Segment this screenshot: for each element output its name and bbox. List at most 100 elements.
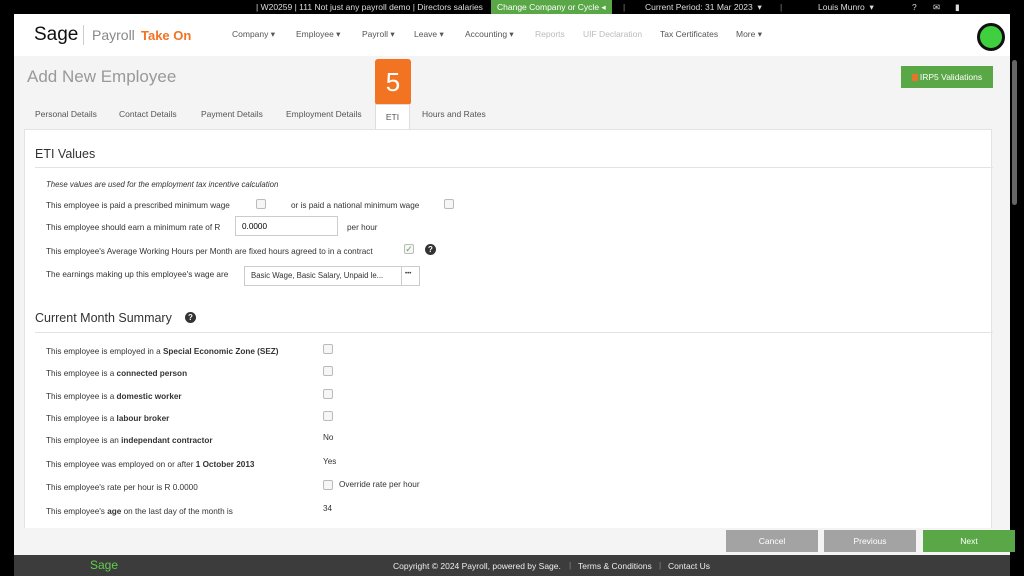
eti-note: These values are used for the employment… (46, 180, 279, 189)
label-part: This employee is a (46, 392, 117, 401)
national-wage-checkbox[interactable] (444, 199, 454, 209)
footer-sage-logo: Sage (90, 558, 119, 572)
help-icon[interactable]: ? (912, 2, 917, 12)
contact-link[interactable]: Contact Us (668, 561, 710, 571)
nav-employee[interactable]: Employee ▾ (296, 29, 340, 40)
button-bar: Cancel Previous Next (14, 528, 1015, 555)
fixed-hours-label: This employee's Average Working Hours pe… (46, 247, 373, 256)
divider (83, 25, 84, 45)
summary-value: Yes (323, 457, 337, 466)
label-part: This employee was employed on or after (46, 460, 196, 469)
summary-row-label: This employee is an independant contract… (46, 436, 213, 445)
footer: Sage Copyright © 2024 Payroll, powered b… (14, 555, 1010, 576)
summary-row-label: This employee is a labour broker (46, 414, 169, 423)
nav-accounting[interactable]: Accounting ▾ (465, 29, 514, 40)
label-part: on the last day of the month is (121, 507, 233, 516)
summary-value: Override rate per hour (339, 480, 420, 489)
company-info: | W20259 | 111 Not just any payroll demo… (256, 2, 483, 12)
summary-row-label: This employee is employed in a Special E… (46, 347, 279, 356)
copyright: Copyright © 2024 Payroll, powered by Sag… (393, 561, 561, 571)
summary-value: 34 (323, 504, 333, 513)
prescribed-wage-checkbox[interactable] (256, 199, 266, 209)
help-icon[interactable]: ? (185, 312, 196, 323)
top-bar: | W20259 | 111 Not just any payroll demo… (0, 0, 1024, 14)
tab-eti[interactable]: ETI (375, 104, 410, 129)
notifications-icon[interactable]: ▮ (955, 2, 960, 13)
label-part: This employee is a (46, 369, 117, 378)
label-part: This employee's (46, 507, 108, 516)
min-rate-label: This employee should earn a minimum rate… (46, 223, 221, 232)
sage-logo[interactable]: Sage (34, 24, 78, 46)
summary-checkbox[interactable] (323, 344, 333, 354)
summary-checkbox[interactable] (323, 411, 333, 421)
eti-panel: ETI Values These values are used for the… (24, 129, 993, 528)
nav-tax-certificates[interactable]: Tax Certificates (660, 29, 718, 39)
tab-hours-and-rates[interactable]: Hours and Rates (422, 109, 486, 119)
chatbot-icon[interactable] (977, 23, 1005, 51)
summary-row-label: This employee is a domestic worker (46, 392, 182, 401)
label-part: 1 October 2013 (195, 460, 255, 469)
divider (35, 167, 993, 168)
tab-personal-details[interactable]: Personal Details (35, 109, 97, 119)
nav-payroll[interactable]: Payroll ▾ (362, 29, 395, 40)
label-part: labour broker (116, 414, 170, 423)
warning-icon (911, 74, 918, 81)
tab-contact-details[interactable]: Contact Details (119, 109, 177, 119)
prescribed-wage-label: This employee is paid a prescribed minim… (46, 201, 230, 210)
label-part: This employee is a (46, 414, 117, 423)
user-name: Louis Munro (818, 2, 865, 12)
period-label: Current Period: 31 Mar 2023 (645, 2, 753, 12)
irp5-validations-button[interactable]: IRP5 Validations (901, 66, 993, 88)
earnings-field: Basic Wage, Basic Salary, Unpaid le... (244, 266, 402, 286)
summary-row-label: This employee's age on the last day of t… (46, 507, 233, 516)
header: Sage Payroll Take On Company ▾ Employee … (14, 14, 1010, 56)
next-button[interactable]: Next (923, 530, 1015, 552)
summary-checkbox[interactable] (323, 366, 333, 376)
nav-more[interactable]: More ▾ (736, 29, 762, 40)
summary-checkbox[interactable] (323, 480, 333, 490)
page-title: Add New Employee (27, 67, 177, 86)
fixed-hours-checkbox[interactable]: ✓ (404, 244, 414, 254)
summary-heading: Current Month Summary (35, 311, 172, 325)
edition-name: Take On (141, 28, 192, 43)
label-part: domestic worker (116, 392, 182, 401)
earnings-label: The earnings making up this employee's w… (46, 270, 229, 279)
cancel-button[interactable]: Cancel (726, 530, 818, 552)
per-hour-label: per hour (347, 223, 378, 232)
label-part: connected person (116, 369, 188, 378)
mail-icon[interactable]: ✉ (933, 2, 940, 13)
label-part: This employee's rate per hour is R 0.000… (46, 483, 198, 492)
summary-checkbox[interactable] (323, 389, 333, 399)
summary-value: No (323, 433, 334, 442)
step-badge: 5 (375, 59, 411, 105)
national-wage-label: or is paid a national minimum wage (291, 201, 420, 210)
terms-link[interactable]: Terms & Conditions (578, 561, 652, 571)
irp5-label: IRP5 Validations (919, 72, 983, 82)
current-period-dropdown[interactable]: Current Period: 31 Mar 2023 ▾ (645, 2, 762, 13)
summary-row-label: This employee was employed on or after 1… (46, 460, 254, 469)
main-content: Add New Employee 5 IRP5 Validations Pers… (14, 56, 1010, 528)
summary-row-label: This employee's rate per hour is R 0.000… (46, 483, 198, 492)
label-part: independant contractor (121, 436, 213, 445)
nav-uif-declaration: UIF Declaration (583, 29, 643, 39)
divider (35, 332, 993, 333)
nav-leave[interactable]: Leave ▾ (414, 29, 444, 40)
nav-company[interactable]: Company ▾ (232, 29, 275, 40)
label-part: Special Economic Zone (SEZ) (162, 347, 279, 356)
label-part: This employee is an (46, 436, 122, 445)
tab-payment-details[interactable]: Payment Details (201, 109, 263, 119)
product-name: Payroll (92, 27, 135, 43)
change-company-button[interactable]: Change Company or Cycle ◂ (491, 0, 612, 14)
user-menu[interactable]: Louis Munro ▾ (818, 2, 874, 13)
eti-heading: ETI Values (35, 147, 96, 161)
min-rate-input[interactable] (235, 216, 338, 236)
earnings-select-button[interactable]: ••• (401, 266, 420, 286)
tab-employment-details[interactable]: Employment Details (286, 109, 362, 119)
previous-button[interactable]: Previous (824, 530, 916, 552)
label-part: age (107, 507, 122, 516)
help-icon[interactable]: ? (425, 244, 436, 255)
summary-row-label: This employee is a connected person (46, 369, 187, 378)
scrollbar[interactable] (1012, 60, 1017, 205)
label-part: This employee is employed in a (46, 347, 163, 356)
nav-reports: Reports (535, 29, 565, 39)
